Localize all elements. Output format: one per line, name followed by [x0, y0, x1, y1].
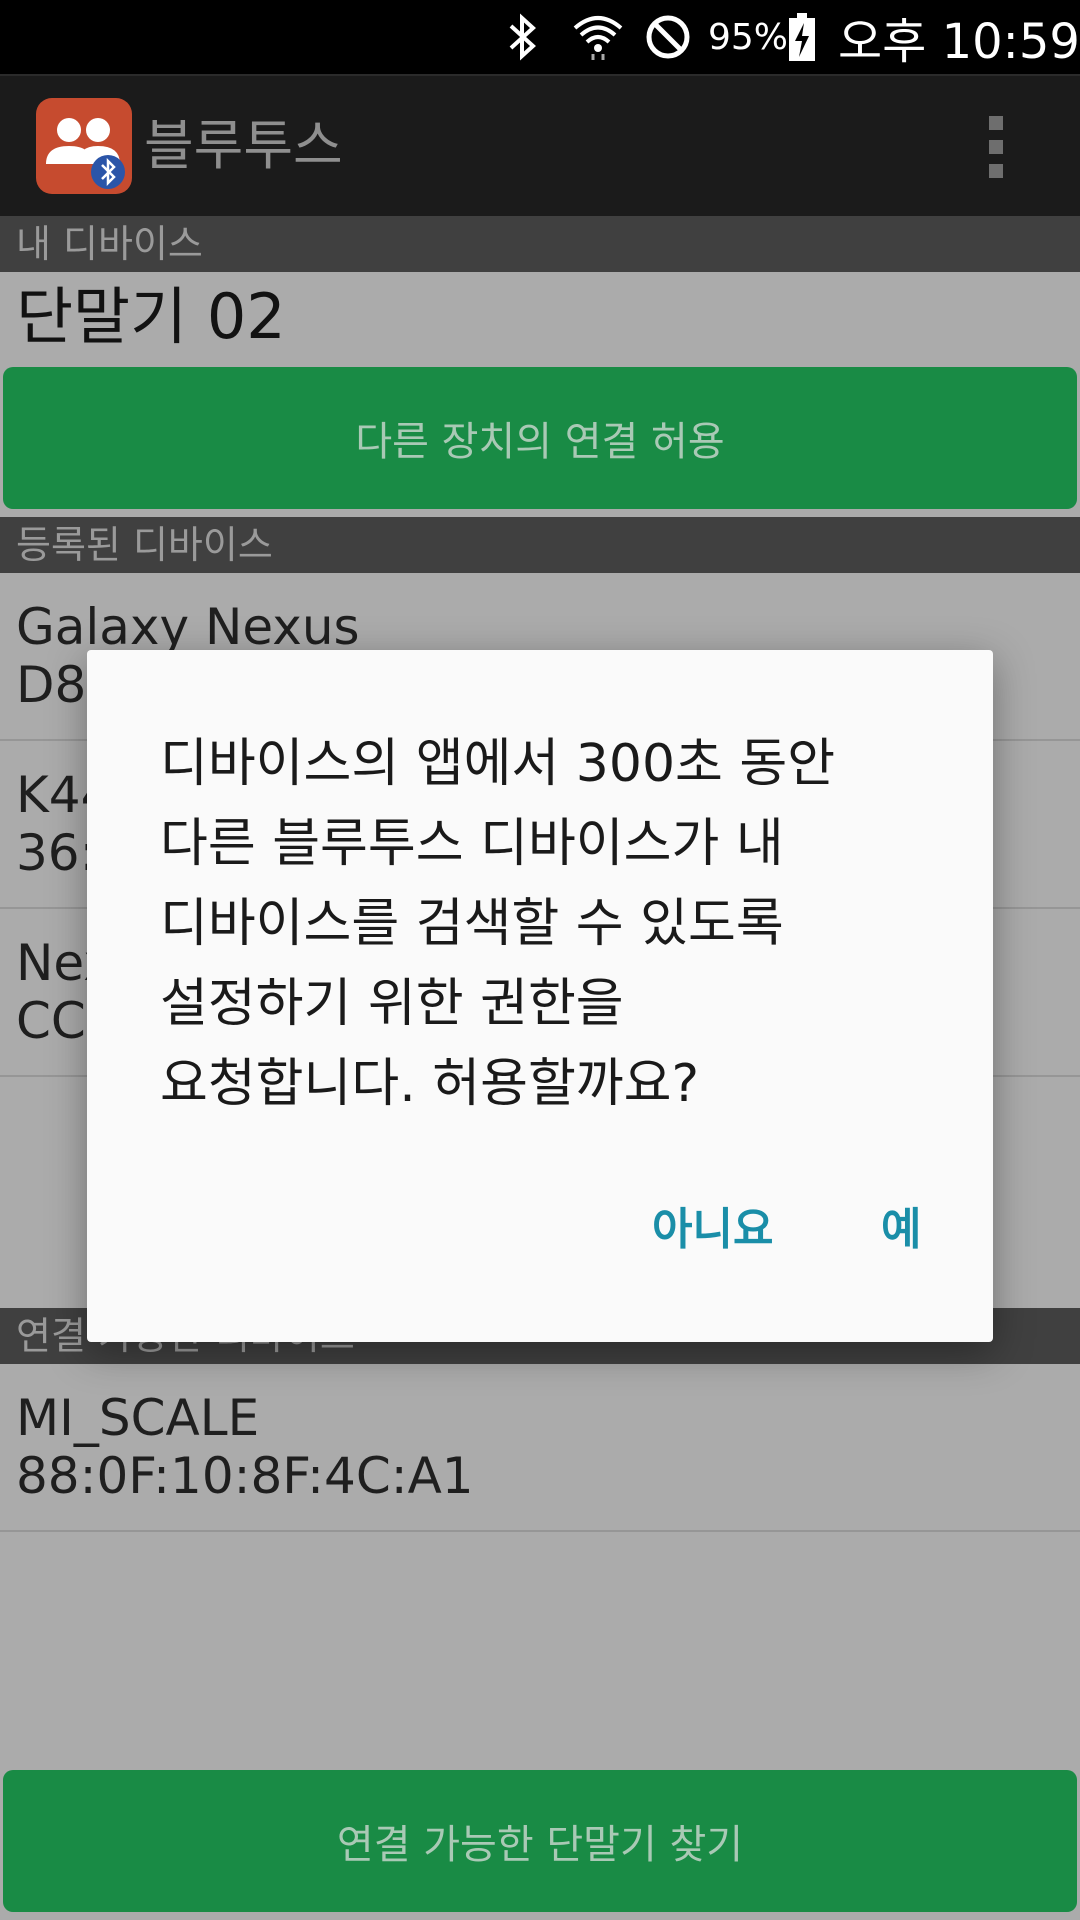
device-name: MI_SCALE — [16, 1389, 260, 1447]
bluetooth-icon — [498, 0, 548, 74]
action-bar: 블루투스 — [0, 74, 1080, 216]
find-devices-button[interactable]: 연결 가능한 단말기 찾기 — [3, 1770, 1077, 1912]
bluetooth-users-app-icon — [36, 98, 132, 194]
deny-button[interactable]: 아니요 — [652, 1200, 773, 1260]
device-name: Galaxy Nexus — [16, 598, 360, 656]
device-address: CC — [16, 992, 86, 1050]
dialog-message-line: 다른 블루투스 디바이스가 내 — [160, 814, 784, 874]
dialog-message-line: 설정하기 위한 권한을 — [160, 974, 624, 1034]
my-device-header: 내 디바이스 — [0, 216, 1080, 272]
device-address: 36: — [16, 824, 97, 882]
dialog-message-line: 요청합니다. 허용할까요? — [160, 1054, 700, 1114]
status-bar: 95% 오후 10:59 — [0, 0, 1080, 74]
allow-connection-button[interactable]: 다른 장치의 연결 허용 — [3, 367, 1077, 509]
registered-devices-header: 등록된 디바이스 — [0, 517, 1080, 573]
battery-charging-icon — [785, 0, 819, 74]
permission-dialog: 디바이스의 앱에서 300초 동안 다른 블루투스 디바이스가 내 디바이스를 … — [87, 650, 993, 1342]
allow-button[interactable]: 예 — [881, 1200, 921, 1260]
clock: 오후 10:59 — [838, 14, 1080, 70]
wifi-icon — [570, 0, 626, 74]
overflow-menu-icon[interactable] — [982, 116, 1010, 178]
dialog-message-line: 디바이스를 검색할 수 있도록 — [160, 894, 784, 954]
device-address: 88:0F:10:8F:4C:A1 — [16, 1447, 474, 1505]
dialog-message-line: 디바이스의 앱에서 300초 동안 — [160, 734, 836, 794]
battery-percent: 95% — [708, 16, 789, 58]
my-device-name: 단말기 02 — [16, 280, 286, 353]
dialog-message: 디바이스의 앱에서 300초 동안 다른 블루투스 디바이스가 내 디바이스를 … — [160, 724, 920, 1124]
list-item[interactable]: MI_SCALE 88:0F:10:8F:4C:A1 — [0, 1364, 1080, 1532]
app-title: 블루투스 — [144, 114, 343, 177]
do-not-disturb-icon — [640, 0, 696, 74]
